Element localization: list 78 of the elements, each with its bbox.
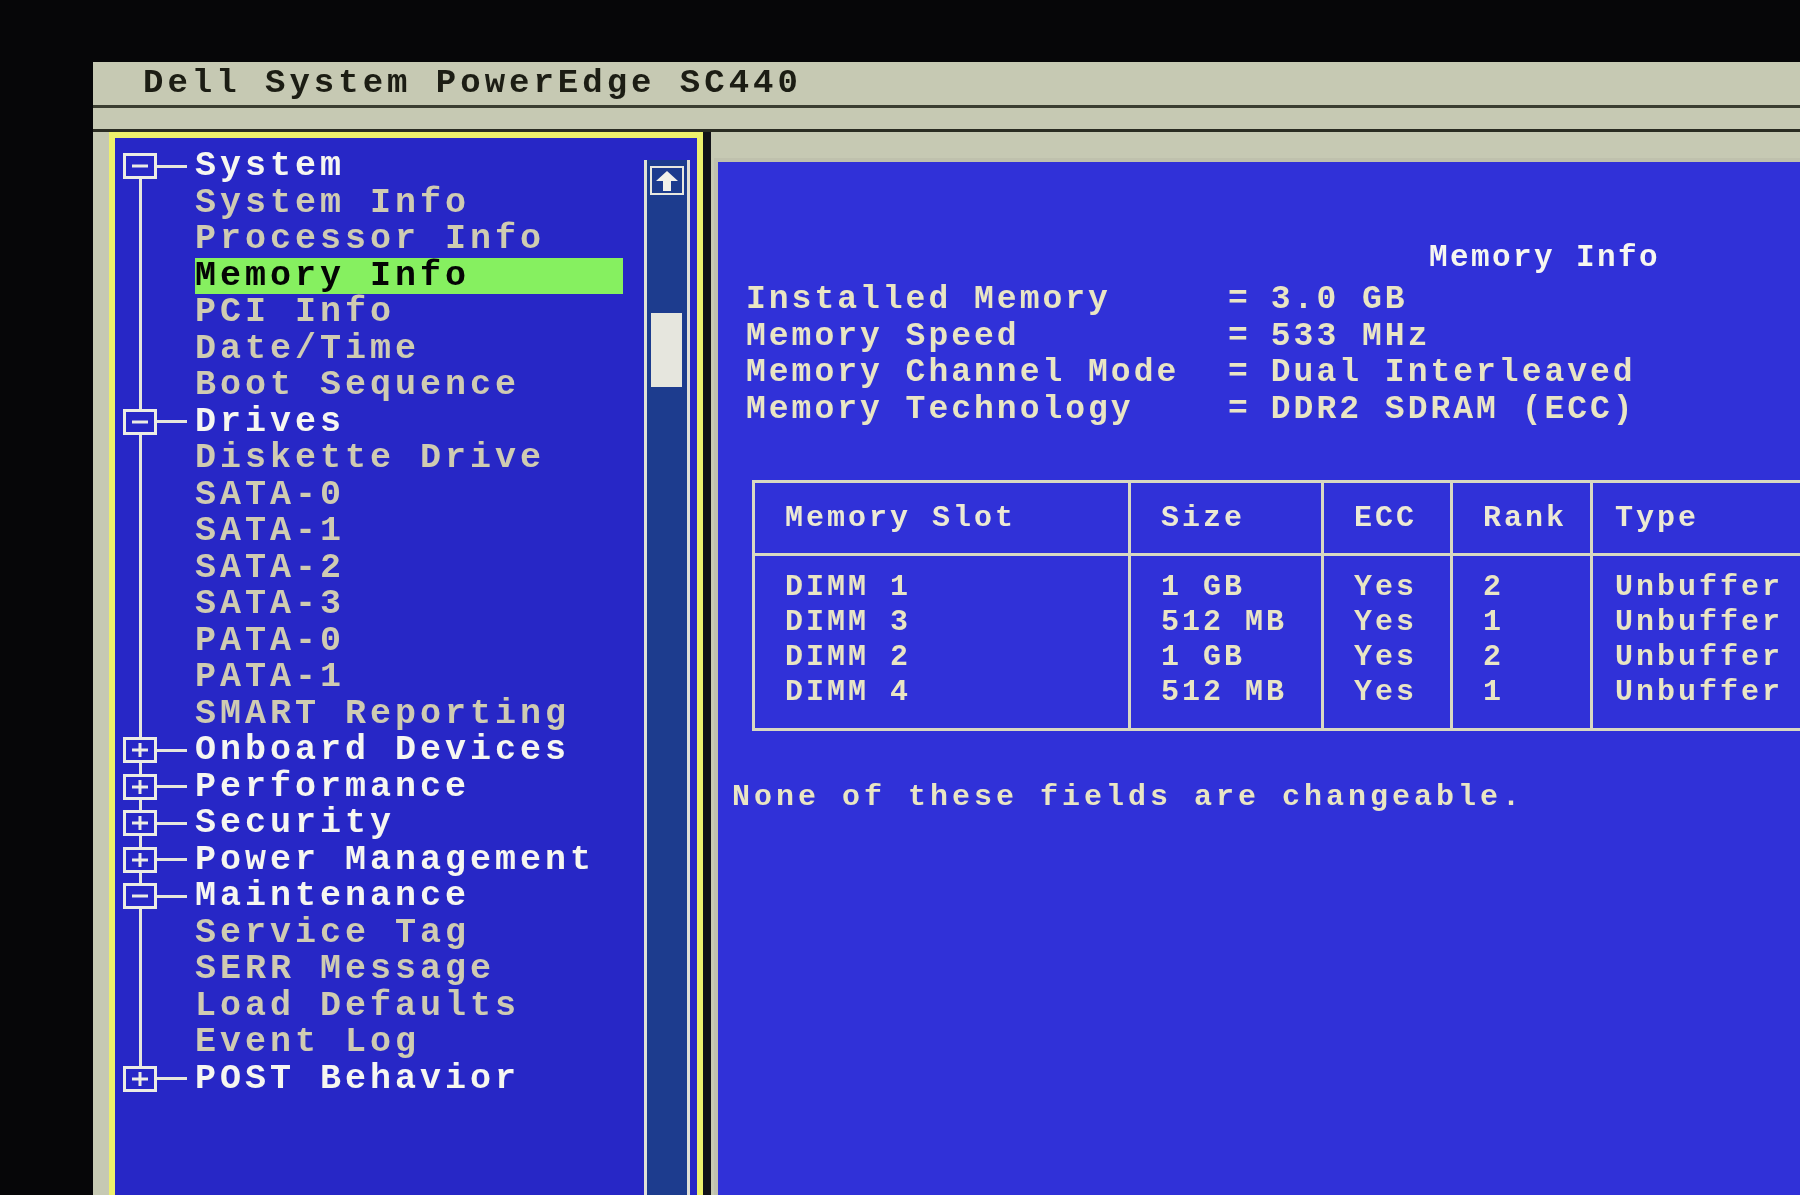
table-cell: DIMM 4 xyxy=(753,675,1130,730)
tree-item[interactable]: Load Defaults xyxy=(195,987,521,1024)
tree-item[interactable]: PATA-0 xyxy=(195,622,346,659)
field-value: DDR2 SDRAM (ECC) xyxy=(1270,391,1636,428)
column-header: Size xyxy=(1129,481,1323,555)
table-cell: 1 xyxy=(1451,605,1592,640)
equals-sign: = xyxy=(1228,282,1251,319)
tree-item[interactable]: Performance xyxy=(195,768,471,805)
table-cell: 2 xyxy=(1451,640,1592,675)
info-note: None of these fields are changeable. xyxy=(731,779,1526,815)
panel-title: Memory Info xyxy=(1428,240,1660,275)
equals-sign: = xyxy=(1228,318,1251,355)
minus-box-icon[interactable] xyxy=(123,153,157,180)
table-cell: Unbuffer xyxy=(1591,554,1800,605)
tree-item[interactable]: Security xyxy=(195,805,396,842)
tree-item[interactable]: Maintenance xyxy=(195,878,471,915)
equals-sign: = xyxy=(1228,391,1251,428)
tree-item[interactable]: PATA-1 xyxy=(195,659,346,696)
plus-box-icon[interactable] xyxy=(123,773,157,800)
table-cell: 1 xyxy=(1451,675,1592,730)
plus-box-icon[interactable] xyxy=(123,737,157,764)
equals-sign: = xyxy=(1228,355,1251,392)
tree-item[interactable]: Boot Sequence xyxy=(195,367,521,404)
table-cell: 2 xyxy=(1451,554,1592,605)
field-label: Installed Memory xyxy=(746,282,1112,319)
column-header: Rank xyxy=(1451,481,1592,555)
minus-box-icon[interactable] xyxy=(123,408,157,435)
table-cell: Unbuffer xyxy=(1591,605,1800,640)
tree-item[interactable]: Event Log xyxy=(195,1024,421,1061)
up-arrow-icon xyxy=(656,170,678,191)
column-header: Memory Slot xyxy=(753,481,1130,555)
column-header: Type xyxy=(1591,481,1800,555)
tree-item[interactable]: Service Tag xyxy=(195,914,471,951)
tree-item[interactable]: Processor Info xyxy=(195,221,546,258)
table-cell: Yes xyxy=(1322,554,1452,605)
field-label: Memory Channel Mode xyxy=(746,355,1181,392)
tree-item[interactable]: SERR Message xyxy=(195,951,496,988)
tree-item[interactable]: Date/Time xyxy=(195,330,421,367)
table-cell: Yes xyxy=(1322,675,1452,730)
scrollbar-track[interactable] xyxy=(644,160,690,1195)
table-cell: DIMM 1 xyxy=(753,554,1130,605)
plus-box-icon[interactable] xyxy=(123,810,157,837)
table-cell: Yes xyxy=(1322,605,1452,640)
field-value: Dual Interleaved xyxy=(1270,355,1636,392)
column-header: ECC xyxy=(1322,481,1452,555)
scroll-up-button[interactable] xyxy=(650,166,684,195)
field-label: Memory Technology xyxy=(746,391,1135,428)
table-cell: Yes xyxy=(1322,640,1452,675)
tree-item[interactable]: Diskette Drive xyxy=(195,440,546,477)
field-value: 533 MHz xyxy=(1270,318,1432,355)
tree-item[interactable]: POST Behavior xyxy=(195,1060,521,1097)
title-text: Dell System PowerEdge SC440 xyxy=(143,63,802,104)
table-cell: 512 MB xyxy=(1129,675,1323,730)
tree-item[interactable]: System Info xyxy=(195,184,471,221)
plus-box-icon[interactable] xyxy=(123,846,157,873)
table-cell: Unbuffer xyxy=(1591,675,1800,730)
tree-item[interactable]: Power Management xyxy=(195,841,596,878)
scrollbar-thumb[interactable] xyxy=(651,313,682,387)
tree-item[interactable]: SATA-3 xyxy=(195,586,346,623)
minus-box-icon[interactable] xyxy=(123,883,157,910)
table-cell: 512 MB xyxy=(1129,605,1323,640)
tree-item[interactable]: Onboard Devices xyxy=(195,732,571,769)
field-label: Memory Speed xyxy=(746,318,1021,355)
table-cell: 1 GB xyxy=(1129,554,1323,605)
tree-item[interactable]: System xyxy=(195,148,346,185)
tree-item[interactable]: Drives xyxy=(195,403,346,440)
tree-item[interactable]: SATA-1 xyxy=(195,513,346,550)
table-cell: 1 GB xyxy=(1129,640,1323,675)
table-cell: DIMM 2 xyxy=(753,640,1130,675)
tree-item[interactable]: Memory Info xyxy=(195,257,623,294)
tree-item[interactable]: SATA-2 xyxy=(195,549,346,586)
tree-item[interactable]: SMART Reporting xyxy=(195,695,571,732)
plus-box-icon[interactable] xyxy=(123,1065,157,1092)
field-value: 3.0 GB xyxy=(1270,282,1409,319)
tree-item[interactable]: SATA-0 xyxy=(195,476,346,513)
table-cell: DIMM 3 xyxy=(753,605,1130,640)
tree-item[interactable]: PCI Info xyxy=(195,294,396,331)
table-cell: Unbuffer xyxy=(1591,640,1800,675)
